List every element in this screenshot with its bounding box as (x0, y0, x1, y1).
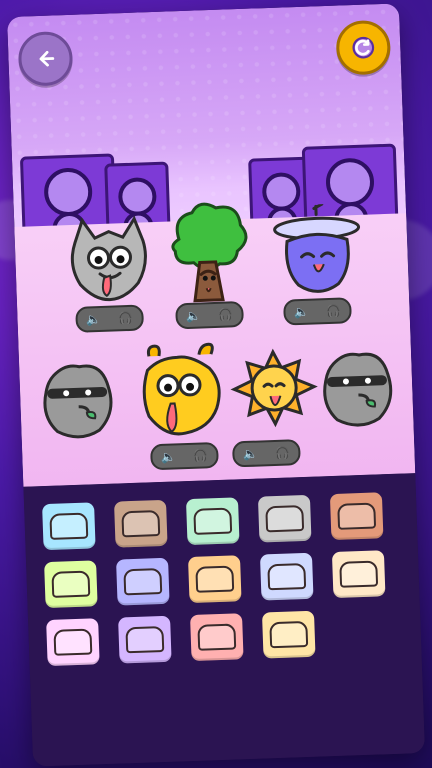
item-tile[interactable] (42, 502, 96, 551)
arrow-left-icon (39, 50, 55, 67)
item-tile[interactable] (46, 618, 100, 667)
speaker-icon[interactable]: 🔈 (186, 308, 201, 323)
item-tile[interactable] (44, 560, 98, 609)
items-tray (23, 473, 425, 767)
character-control-4[interactable]: 🔈 🎧 (150, 441, 219, 471)
item-tile[interactable] (187, 555, 242, 604)
ninja-blob-icon-right[interactable] (315, 340, 400, 439)
speaker-icon[interactable]: 🔈 (294, 305, 309, 320)
rock-hat-icon (121, 510, 161, 538)
headphones-icon[interactable]: 🎧 (275, 445, 290, 460)
game-card: 🔈 🎧 🔈 🎧 🔈 🎧 🔈 🎧 🔈 🎧 (7, 3, 425, 767)
character-control-3[interactable]: 🔈 🎧 (283, 297, 352, 326)
bow-hat-icon (53, 628, 93, 656)
red-crown-icon (197, 623, 237, 651)
headphones-icon[interactable]: 🎧 (326, 304, 341, 319)
blue-cap-icon (123, 568, 163, 596)
items-grid (42, 492, 387, 667)
character-control-2[interactable]: 🔈 🎧 (175, 301, 244, 330)
ninja-blob-icon-left[interactable] (35, 351, 120, 446)
tree-monster-icon[interactable] (164, 197, 252, 310)
character-control-5[interactable]: 🔈 🎧 (231, 439, 301, 468)
item-tile[interactable] (190, 613, 244, 662)
propeller-cap-icon (267, 562, 307, 591)
item-tile[interactable] (329, 492, 384, 541)
item-tile[interactable] (257, 494, 312, 543)
headphones-icon[interactable]: 🎧 (218, 307, 233, 322)
item-tile[interactable] (185, 497, 240, 546)
headband-icon (339, 560, 379, 588)
item-tile[interactable] (259, 552, 314, 601)
headphones-icon[interactable]: 🎧 (118, 311, 133, 326)
speaker-icon[interactable]: 🔈 (86, 312, 101, 327)
item-tile[interactable] (331, 550, 386, 599)
item-tile[interactable] (261, 610, 316, 659)
yellow-antenna-icon[interactable] (128, 338, 228, 445)
character-control-1[interactable]: 🔈 🎧 (75, 304, 145, 333)
speaker-icon[interactable]: 🔈 (243, 447, 258, 462)
crab-hat-icon (195, 565, 235, 593)
purple-horns-icon (125, 625, 165, 654)
cloud-hat-icon (49, 512, 89, 540)
robot-visor-icon (269, 620, 309, 649)
item-tile[interactable] (118, 615, 172, 664)
item-tile[interactable] (114, 499, 168, 548)
leaf-hat-icon (193, 507, 233, 535)
sun-icon[interactable] (223, 342, 326, 441)
cat-monster-icon[interactable] (64, 210, 153, 305)
cat-ears-hat-icon (265, 505, 305, 533)
satellite-blob-icon[interactable] (266, 202, 369, 302)
stage: 🔈 🎧 🔈 🎧 🔈 🎧 🔈 🎧 🔈 🎧 (7, 3, 416, 487)
speaker-icon[interactable]: 🔈 (161, 449, 176, 464)
refresh-icon (352, 36, 375, 59)
bowler-hat-icon (337, 502, 377, 530)
grass-hat-icon (51, 570, 91, 598)
item-tile[interactable] (116, 557, 170, 606)
headphones-icon[interactable]: 🎧 (193, 448, 208, 463)
